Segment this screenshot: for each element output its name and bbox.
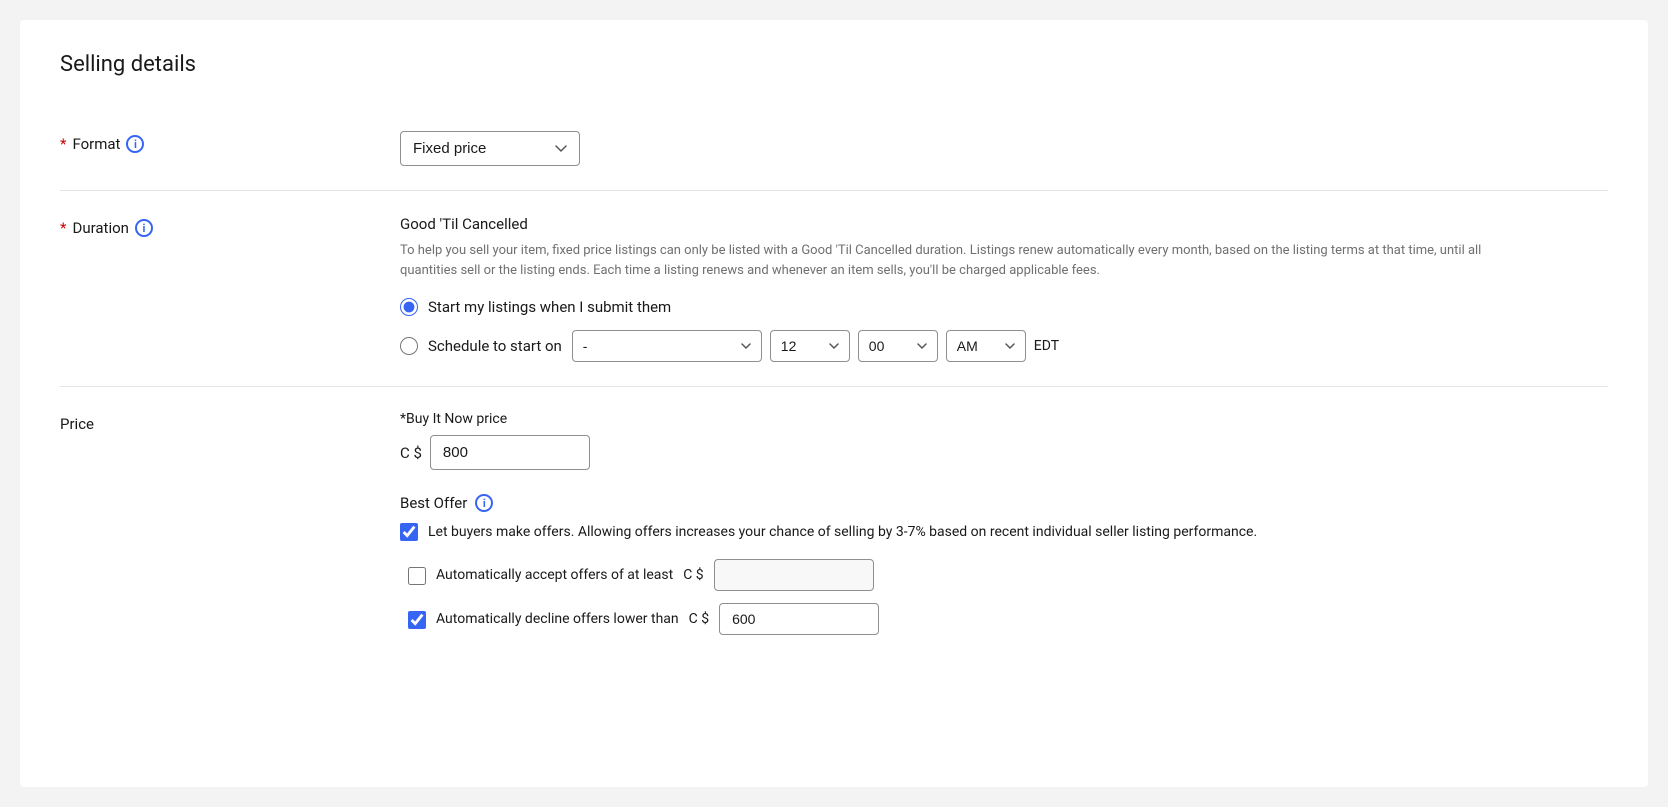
start-immediately-option: Start my listings when I submit them bbox=[400, 298, 1608, 316]
format-select[interactable]: Fixed price Auction bbox=[400, 131, 580, 166]
price-input[interactable] bbox=[430, 435, 590, 470]
best-offer-info-icon[interactable]: i bbox=[475, 494, 493, 512]
schedule-minute-select[interactable]: 00 bbox=[858, 330, 938, 362]
format-row: *Format i Fixed price Auction bbox=[60, 107, 1608, 191]
schedule-ampm-select[interactable]: AM PM bbox=[946, 330, 1026, 362]
duration-title: Good 'Til Cancelled bbox=[400, 215, 1608, 233]
auto-decline-label: Automatically decline offers lower than bbox=[436, 611, 679, 627]
duration-field-content: Good 'Til Cancelled To help you sell you… bbox=[400, 215, 1608, 362]
best-offer-section: Best Offer i Let buyers make offers. All… bbox=[400, 494, 1608, 635]
timezone-label: EDT bbox=[1034, 338, 1059, 354]
schedule-hour-select[interactable]: 12 bbox=[770, 330, 850, 362]
price-label: Price bbox=[60, 411, 400, 433]
best-offer-checkbox-label: Let buyers make offers. Allowing offers … bbox=[428, 522, 1257, 543]
start-immediately-radio[interactable] bbox=[400, 298, 418, 316]
price-input-row: C $ bbox=[400, 435, 1608, 470]
auto-decline-input[interactable] bbox=[719, 603, 879, 635]
auto-accept-input[interactable] bbox=[714, 559, 874, 591]
auto-accept-checkbox[interactable] bbox=[408, 567, 426, 585]
price-row: Price *Buy It Now price C $ Best Offer i… bbox=[60, 387, 1608, 659]
schedule-label: Schedule to start on bbox=[428, 337, 562, 355]
selling-details-panel: Selling details *Format i Fixed price Au… bbox=[20, 20, 1648, 787]
duration-label: *Duration i bbox=[60, 215, 400, 237]
format-label: *Format i bbox=[60, 131, 400, 153]
auto-decline-currency: C $ bbox=[689, 611, 709, 627]
best-offer-header: Best Offer i bbox=[400, 494, 1608, 512]
start-immediately-label: Start my listings when I submit them bbox=[428, 298, 671, 316]
start-radio-group: Start my listings when I submit them Sch… bbox=[400, 298, 1608, 362]
duration-info-icon[interactable]: i bbox=[135, 219, 153, 237]
best-offer-title: Best Offer bbox=[400, 494, 467, 512]
schedule-controls: - 12 00 AM PM EDT bbox=[572, 330, 1059, 362]
currency-label: C $ bbox=[400, 444, 422, 462]
duration-description: To help you sell your item, fixed price … bbox=[400, 241, 1500, 280]
auto-options: Automatically accept offers of at least … bbox=[408, 559, 1608, 635]
duration-required-star: * bbox=[60, 219, 66, 237]
format-required-star: * bbox=[60, 135, 66, 153]
auto-accept-row: Automatically accept offers of at least … bbox=[408, 559, 1608, 591]
schedule-option: Schedule to start on - 12 00 bbox=[400, 330, 1608, 362]
page-title: Selling details bbox=[60, 52, 1608, 77]
schedule-radio[interactable] bbox=[400, 337, 418, 355]
auto-accept-label: Automatically accept offers of at least bbox=[436, 567, 673, 583]
auto-decline-checkbox[interactable] bbox=[408, 611, 426, 629]
schedule-date-select[interactable]: - bbox=[572, 330, 762, 362]
auto-decline-row: Automatically decline offers lower than … bbox=[408, 603, 1608, 635]
best-offer-checkbox-row: Let buyers make offers. Allowing offers … bbox=[400, 522, 1608, 543]
price-field-content: *Buy It Now price C $ Best Offer i Let b… bbox=[400, 411, 1608, 635]
format-info-icon[interactable]: i bbox=[126, 135, 144, 153]
duration-row: *Duration i Good 'Til Cancelled To help … bbox=[60, 191, 1608, 387]
form-section: *Format i Fixed price Auction *Duration … bbox=[60, 107, 1608, 659]
auto-accept-currency: C $ bbox=[683, 567, 703, 583]
format-field-content: Fixed price Auction bbox=[400, 131, 1608, 166]
best-offer-checkbox[interactable] bbox=[400, 523, 418, 541]
buy-it-now-label: *Buy It Now price bbox=[400, 411, 1608, 427]
